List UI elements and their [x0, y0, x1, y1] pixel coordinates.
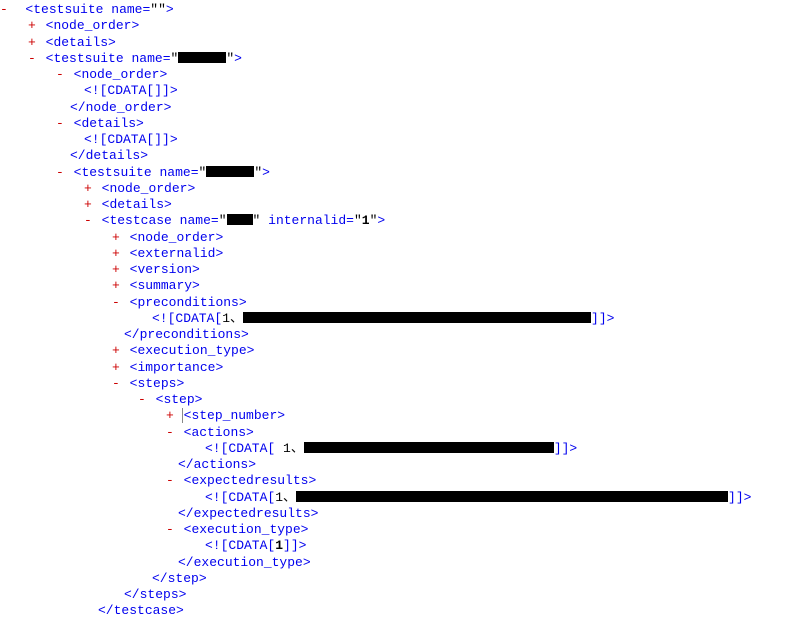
testsuite-open-root: - <testsuite name=""> [0, 2, 808, 18]
toggle-minus[interactable]: - [84, 213, 94, 228]
redacted-text [296, 491, 728, 502]
details-collapsed: + <details> [0, 197, 808, 213]
steps-close: </steps> [0, 587, 808, 603]
toggle-plus[interactable]: + [112, 343, 122, 358]
importance-collapsed: + <importance> [0, 360, 808, 376]
redacted-text [243, 312, 591, 323]
toggle-plus[interactable]: + [112, 230, 122, 245]
xml-tree: - <testsuite name=""> + <node_order> + <… [0, 2, 808, 620]
toggle-plus[interactable]: + [112, 262, 122, 277]
node-order-collapsed: + <node_order> [0, 181, 808, 197]
toggle-minus[interactable]: - [56, 67, 66, 82]
redacted-text [304, 442, 554, 453]
summary-collapsed: + <summary> [0, 278, 808, 294]
toggle-minus[interactable]: - [138, 392, 148, 407]
externalid-collapsed: + <externalid> [0, 246, 808, 262]
testcase-open: - <testcase name="" internalid="1"> [0, 213, 808, 229]
node-order-open: - <node_order> [0, 67, 808, 83]
toggle-plus[interactable]: + [112, 360, 122, 375]
toggle-plus[interactable]: + [84, 181, 94, 196]
toggle-plus[interactable]: + [166, 408, 176, 423]
toggle-plus[interactable]: + [84, 197, 94, 212]
testcase-close: </testcase> [0, 603, 808, 619]
actions-open: - <actions> [0, 425, 808, 441]
version-collapsed: + <version> [0, 262, 808, 278]
cdata-actions: <![CDATA[ 1、]]> [0, 441, 808, 457]
node-order-close: </node_order> [0, 100, 808, 116]
cdata-one: <![CDATA[1]]> [0, 538, 808, 554]
actions-close: </actions> [0, 457, 808, 473]
details-close: </details> [0, 148, 808, 164]
expectedresults-open: - <expectedresults> [0, 473, 808, 489]
execution-type-close: </execution_type> [0, 555, 808, 571]
testsuite-open-2: - <testsuite name=""> [0, 51, 808, 67]
redacted-text [178, 52, 226, 63]
toggle-minus[interactable]: - [166, 473, 176, 488]
toggle-minus[interactable]: - [0, 2, 10, 17]
toggle-minus[interactable]: - [112, 376, 122, 391]
details-collapsed: + <details> [0, 35, 808, 51]
node-order-collapsed: + <node_order> [0, 230, 808, 246]
step-open: - <step> [0, 392, 808, 408]
cdata-preconditions: <![CDATA[1、]]> [0, 311, 808, 327]
toggle-plus[interactable]: + [112, 278, 122, 293]
steps-open: - <steps> [0, 376, 808, 392]
cdata-expectedresults: <![CDATA[1、]]> [0, 490, 808, 506]
toggle-minus[interactable]: - [56, 116, 66, 131]
preconditions-close: </preconditions> [0, 327, 808, 343]
expectedresults-close: </expectedresults> [0, 506, 808, 522]
toggle-minus[interactable]: - [166, 425, 176, 440]
toggle-minus[interactable]: - [112, 295, 122, 310]
node-order-collapsed: + <node_order> [0, 18, 808, 34]
toggle-minus[interactable]: - [28, 51, 38, 66]
redacted-text [206, 166, 254, 177]
toggle-minus[interactable]: - [166, 522, 176, 537]
cdata-empty: <![CDATA[]]> [0, 132, 808, 148]
execution-type-open: - <execution_type> [0, 522, 808, 538]
details-open: - <details> [0, 116, 808, 132]
testsuite-open-3: - <testsuite name=""> [0, 165, 808, 181]
toggle-plus[interactable]: + [112, 246, 122, 261]
cdata-empty: <![CDATA[]]> [0, 83, 808, 99]
execution-type-collapsed: + <execution_type> [0, 343, 808, 359]
toggle-minus[interactable]: - [56, 165, 66, 180]
toggle-plus[interactable]: + [28, 18, 38, 33]
preconditions-open: - <preconditions> [0, 295, 808, 311]
toggle-plus[interactable]: + [28, 35, 38, 50]
step-close: </step> [0, 571, 808, 587]
step-number-collapsed: + <step_number> [0, 408, 808, 424]
redacted-text [227, 214, 253, 225]
